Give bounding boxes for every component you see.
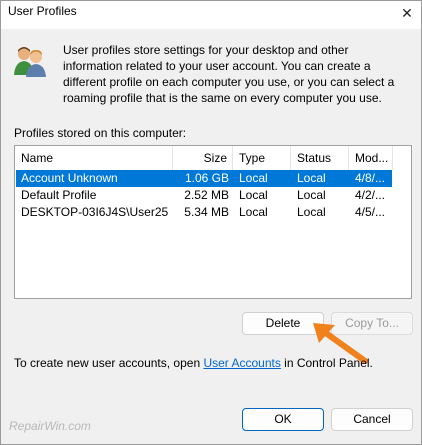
profile-name: Account Unknown <box>21 171 118 185</box>
profile-type: Local <box>239 205 268 219</box>
profile-type: Local <box>239 188 268 202</box>
description-text: User profiles store settings for your de… <box>63 43 395 105</box>
close-button[interactable]: ✕ <box>393 1 421 25</box>
column-header-modified[interactable]: Mod... <box>349 146 393 170</box>
ok-button[interactable]: OK <box>242 408 324 431</box>
column-header-name[interactable]: Name <box>15 146 173 170</box>
column-header-type[interactable]: Type <box>233 146 291 170</box>
profile-size: 1.06 GB <box>184 171 229 185</box>
window-title: User Profiles <box>8 4 77 18</box>
profile-name: Default Profile <box>21 188 97 202</box>
list-header: Name Size Type Status Mod... <box>15 146 411 170</box>
profile-modified: 4/5/... <box>355 205 386 219</box>
profile-modified: 4/2/... <box>355 188 386 202</box>
profile-size: 2.52 MB <box>184 188 229 202</box>
profiles-label: Profiles stored on this computer: <box>14 126 187 140</box>
column-header-status[interactable]: Status <box>291 146 349 170</box>
title-bar: User Profiles ✕ <box>1 1 421 29</box>
profile-status: Local <box>297 171 326 185</box>
close-icon: ✕ <box>401 4 413 21</box>
profiles-list[interactable]: Name Size Type Status Mod... Account Unk… <box>14 145 412 299</box>
column-header-size[interactable]: Size <box>173 146 233 170</box>
profile-type: Local <box>239 171 268 185</box>
table-row[interactable]: Account Unknown 1.06 GB Local Local 4/8/… <box>16 170 392 187</box>
profile-size: 5.34 MB <box>184 205 229 219</box>
table-row[interactable]: Default Profile 2.52 MB Local Local 4/2/… <box>16 187 392 204</box>
profile-status: Local <box>297 205 326 219</box>
table-row[interactable]: DESKTOP-03I6J4S\User25 5.34 MB Local Loc… <box>16 204 392 221</box>
user-accounts-link[interactable]: User Accounts <box>203 356 280 370</box>
footer-suffix: in Control Panel. <box>280 356 373 370</box>
users-icon <box>14 47 46 77</box>
user-profiles-dialog: User Profiles ✕ User profiles store sett… <box>0 0 422 445</box>
profile-name: DESKTOP-03I6J4S\User25 <box>21 205 169 219</box>
profile-modified: 4/8/... <box>355 171 386 185</box>
footer-prefix: To create new user accounts, open <box>14 356 204 370</box>
footer-text: To create new user accounts, open User A… <box>14 356 373 370</box>
cancel-button[interactable]: Cancel <box>331 408 413 431</box>
profile-status: Local <box>297 188 326 202</box>
watermark: RepairWin.com <box>9 419 91 433</box>
